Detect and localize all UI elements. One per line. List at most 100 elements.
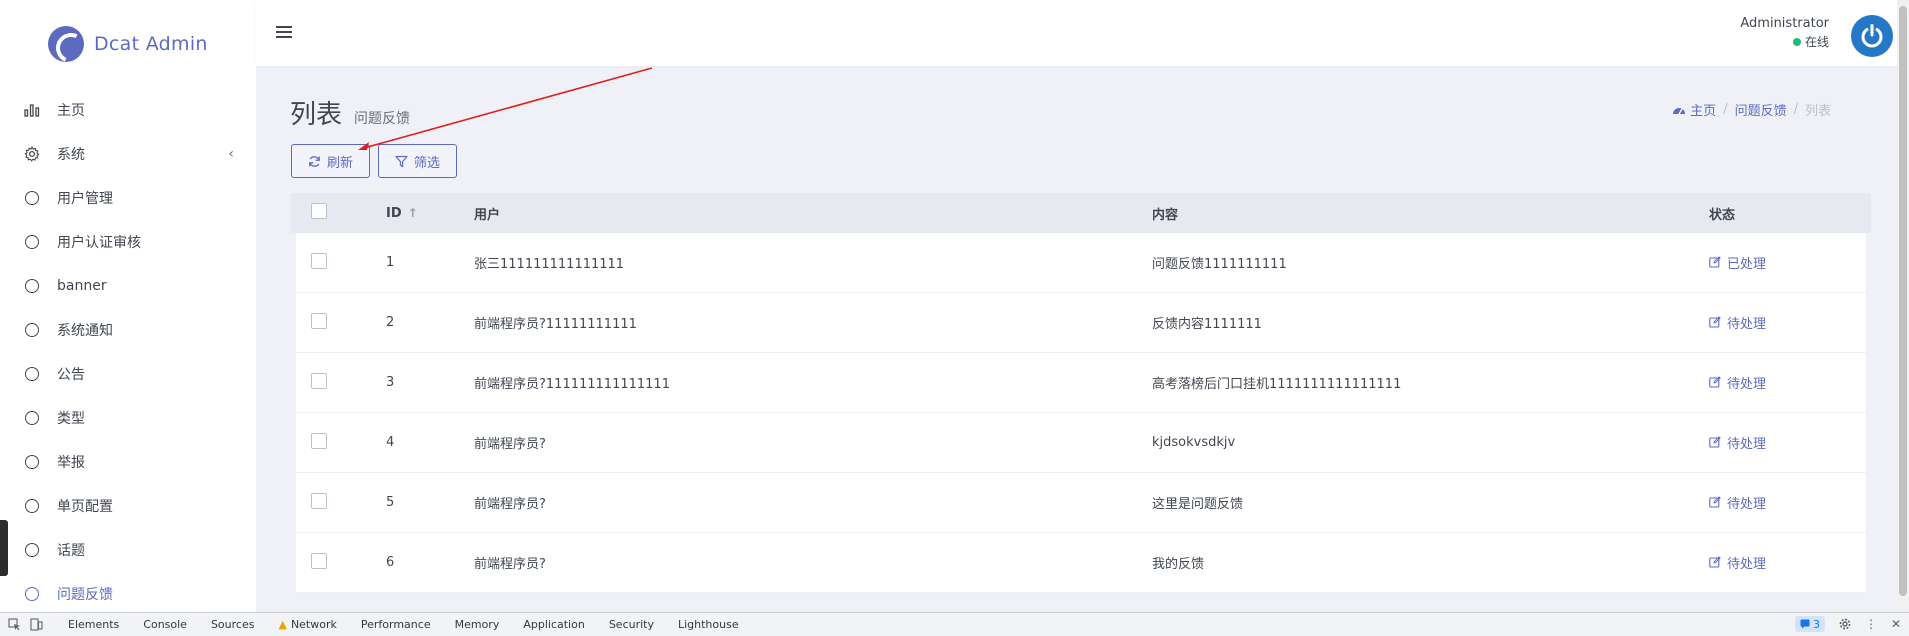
- cell-user: 前端程序员?: [474, 437, 546, 452]
- sidebar-item-label: 话题: [57, 543, 85, 559]
- column-header-id[interactable]: ID ↑: [386, 206, 474, 221]
- cell-user: 前端程序员?: [474, 497, 546, 512]
- devtools-tab-application[interactable]: Application: [523, 618, 584, 631]
- select-all-checkbox[interactable]: [311, 203, 327, 219]
- scrollbar-thumb[interactable]: [1899, 6, 1907, 596]
- brand-name: Dcat Admin: [94, 33, 208, 55]
- sort-ascending-icon[interactable]: ↑: [408, 206, 418, 220]
- row-checkbox[interactable]: [311, 312, 327, 329]
- sidebar-item-topic[interactable]: 话题: [0, 528, 256, 572]
- sidebar-menu: 主页 系统 ‹ 用户管理 用户认证审核 banner 系统通知 公告 类型 举报…: [0, 88, 256, 616]
- sidebar-item-report[interactable]: 举报: [0, 440, 256, 484]
- row-checkbox[interactable]: [311, 432, 327, 449]
- sidebar-item-label: 问题反馈: [57, 587, 113, 603]
- cell-id: 5: [386, 495, 395, 510]
- devtools-more-icon[interactable]: ⋮: [1865, 617, 1877, 631]
- refresh-button[interactable]: 刷新: [291, 144, 371, 178]
- circle-icon: [24, 454, 40, 470]
- edit-icon: [1709, 316, 1721, 328]
- warning-icon: ▲: [278, 618, 287, 631]
- brand[interactable]: Dcat Admin: [0, 0, 256, 88]
- row-checkbox[interactable]: [311, 372, 327, 389]
- circle-icon: [24, 190, 40, 206]
- page-scrollbar[interactable]: [1897, 0, 1909, 612]
- sidebar-item-type[interactable]: 类型: [0, 396, 256, 440]
- devtools-tab-elements[interactable]: Elements: [68, 618, 119, 631]
- status-edit-link[interactable]: 待处理: [1709, 493, 1766, 512]
- row-check-cell: [296, 552, 386, 573]
- sidebar: Dcat Admin 主页 系统 ‹ 用户管理 用户认证审核 banner 系统…: [0, 0, 256, 612]
- circle-icon: [24, 278, 40, 294]
- bar-chart-icon: [24, 102, 40, 118]
- table-row: 3 前端程序员?111111111111111 高考落榜后门口挂机1111111…: [296, 353, 1866, 413]
- user-status-text: 在线: [1804, 35, 1829, 49]
- edit-icon: [1709, 556, 1721, 568]
- circle-icon: [24, 234, 40, 250]
- sidebar-item-label: 用户管理: [57, 191, 113, 207]
- sidebar-item-feedback[interactable]: 问题反馈: [0, 572, 256, 616]
- status-edit-link[interactable]: 已处理: [1709, 253, 1766, 272]
- cell-content: kjdsokvsdkjv: [1152, 435, 1236, 450]
- status-edit-link[interactable]: 待处理: [1709, 373, 1766, 392]
- sidebar-item-page-config[interactable]: 单页配置: [0, 484, 256, 528]
- devtools-settings-icon[interactable]: [1839, 618, 1851, 630]
- devtools-right-controls: 3 ⋮ ✕: [1794, 616, 1901, 632]
- devtools-tab-lighthouse[interactable]: Lighthouse: [678, 618, 739, 631]
- status-label: 待处理: [1727, 316, 1767, 332]
- sidebar-item-banner[interactable]: banner: [0, 264, 256, 308]
- sidebar-item-announcement[interactable]: 公告: [0, 352, 256, 396]
- row-checkbox[interactable]: [311, 552, 327, 569]
- devtools-tab-sources[interactable]: Sources: [211, 618, 255, 631]
- status-edit-link[interactable]: 待处理: [1709, 553, 1766, 572]
- side-drawer-handle[interactable]: [0, 520, 8, 576]
- filter-button[interactable]: 筛选: [378, 144, 458, 178]
- edit-icon: [1709, 256, 1721, 268]
- cell-content: 问题反馈1111111111: [1152, 257, 1287, 272]
- devtools-tab-security[interactable]: Security: [609, 618, 654, 631]
- menu-toggle-icon[interactable]: [276, 26, 292, 38]
- sidebar-item-system[interactable]: 系统 ‹: [0, 132, 256, 176]
- devtools-tab-memory[interactable]: Memory: [455, 618, 500, 631]
- device-toolbar-icon[interactable]: [28, 617, 44, 633]
- filter-icon: [395, 155, 408, 168]
- table-row: 1 张三111111111111111 问题反馈1111111111 已处理: [296, 233, 1866, 293]
- status-label: 待处理: [1727, 436, 1767, 452]
- user-info[interactable]: Administrator 在线: [1740, 16, 1829, 50]
- row-check-cell: [296, 432, 386, 453]
- breadcrumb-home[interactable]: 主页: [1690, 100, 1716, 119]
- cell-status: 待处理: [1709, 433, 1866, 453]
- status-edit-link[interactable]: 待处理: [1709, 313, 1766, 332]
- top-navbar: Administrator 在线: [256, 0, 1909, 66]
- sidebar-item-system-notice[interactable]: 系统通知: [0, 308, 256, 352]
- status-edit-link[interactable]: 待处理: [1709, 433, 1766, 452]
- inspect-element-icon[interactable]: [6, 617, 22, 633]
- edit-icon: [1709, 496, 1721, 508]
- gear-icon: [24, 146, 40, 162]
- devtools-tab-network[interactable]: ▲ Network: [278, 618, 336, 631]
- sidebar-item-label: 主页: [57, 103, 85, 119]
- sidebar-item-label: 公告: [57, 367, 85, 383]
- status-label: 待处理: [1727, 556, 1767, 572]
- devtools-tab-performance[interactable]: Performance: [361, 618, 431, 631]
- devtools-tab-console[interactable]: Console: [143, 618, 187, 631]
- main-content: 列表 问题反馈 主页 / 问题反馈 / 列表 刷新 筛选 ID ↑ 用户 内容 …: [256, 66, 1909, 612]
- table-row: 4 前端程序员? kjdsokvsdkjv 待处理: [296, 413, 1866, 473]
- page-header: 列表 问题反馈: [290, 94, 410, 131]
- row-checkbox[interactable]: [311, 492, 327, 509]
- devtools-bar: Elements Console Sources ▲ Network Perfor…: [0, 612, 1909, 636]
- cell-status: 已处理: [1709, 253, 1866, 273]
- cell-user: 前端程序员?111111111111111: [474, 377, 670, 392]
- brand-logo-icon: [48, 26, 84, 62]
- sidebar-item-home[interactable]: 主页: [0, 88, 256, 132]
- breadcrumb-section[interactable]: 问题反馈: [1735, 100, 1787, 119]
- sidebar-item-user-verification[interactable]: 用户认证审核: [0, 220, 256, 264]
- cell-id: 6: [386, 555, 395, 570]
- edit-icon: [1709, 376, 1721, 388]
- devtools-close-icon[interactable]: ✕: [1891, 617, 1901, 631]
- cell-content: 这里是问题反馈: [1152, 497, 1244, 512]
- row-checkbox[interactable]: [311, 252, 327, 269]
- messages-badge[interactable]: 3: [1794, 616, 1825, 632]
- sidebar-item-user-management[interactable]: 用户管理: [0, 176, 256, 220]
- avatar[interactable]: [1851, 15, 1893, 57]
- circle-icon: [24, 366, 40, 382]
